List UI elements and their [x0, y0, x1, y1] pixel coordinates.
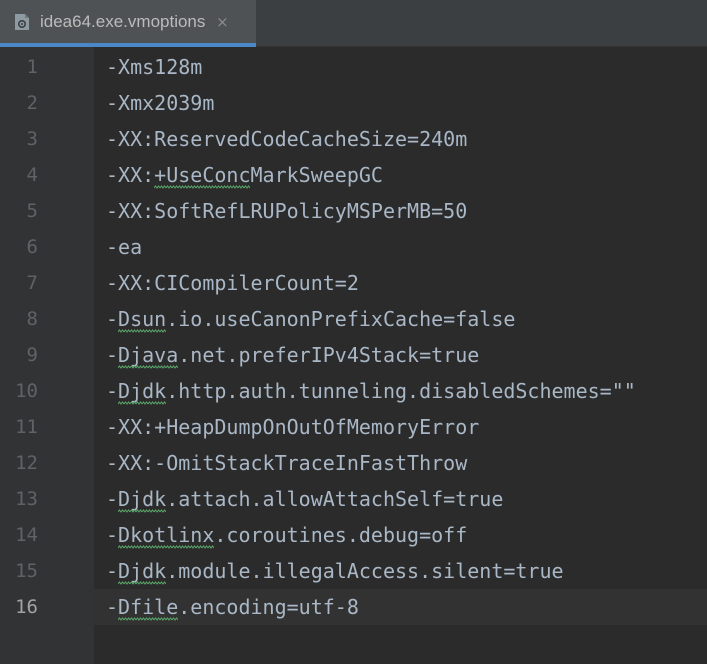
code-area[interactable]: -Xms128m -Xmx2039m -XX:ReservedCodeCacheSi… — [94, 47, 707, 664]
code-line[interactable]: -XX:ReservedCodeCacheSize=240m — [94, 121, 707, 157]
line-number: 2 — [26, 92, 38, 114]
tab-vmoptions-file[interactable]: idea64.exe.vmoptions × — [0, 0, 256, 47]
line-number: 16 — [15, 596, 38, 618]
ide-window: idea64.exe.vmoptions × 1 2 3 4 5 6 7 8 9 10 11 12 13… — [0, 0, 707, 664]
code-line[interactable]: -XX:+UseConcMarkSweepGC — [94, 157, 707, 193]
line-number: 7 — [26, 272, 38, 294]
line-number: 4 — [26, 164, 38, 186]
code-line[interactable]: -Xmx2039m — [94, 85, 707, 121]
code-line[interactable]: -Dsun.io.useCanonPrefixCache=false — [94, 301, 707, 337]
line-number: 5 — [26, 200, 38, 222]
code-line[interactable]: -Dkotlinx.coroutines.debug=off — [94, 517, 707, 553]
code-line[interactable]: -ea — [94, 229, 707, 265]
line-number-gutter: 1 2 3 4 5 6 7 8 9 10 11 12 13 14 15 16 — [0, 47, 94, 664]
line-number: 3 — [26, 128, 38, 150]
line-number: 1 — [26, 56, 38, 78]
line-number: 13 — [15, 488, 38, 510]
code-line[interactable]: -Xms128m — [94, 49, 707, 85]
code-line[interactable]: -XX:-OmitStackTraceInFastThrow — [94, 445, 707, 481]
line-number: 6 — [26, 236, 38, 258]
line-number: 11 — [15, 416, 38, 438]
code-line[interactable]: -Dfile.encoding=utf-8 — [94, 589, 707, 625]
line-number: 8 — [26, 308, 38, 330]
tab-title: idea64.exe.vmoptions — [40, 11, 206, 31]
code-line[interactable]: -Djdk.module.illegalAccess.silent=true — [94, 553, 707, 589]
code-line[interactable]: -Djdk.http.auth.tunneling.disabledScheme… — [94, 373, 707, 409]
code-line[interactable]: -Djdk.attach.allowAttachSelf=true — [94, 481, 707, 517]
settings-file-icon — [14, 13, 30, 31]
line-number: 12 — [15, 452, 38, 474]
code-line[interactable]: -XX:+HeapDumpOnOutOfMemoryError — [94, 409, 707, 445]
line-number: 10 — [15, 380, 38, 402]
editor-tab-bar: idea64.exe.vmoptions × — [0, 0, 707, 47]
line-number: 9 — [26, 344, 38, 366]
close-icon[interactable]: × — [215, 14, 229, 29]
code-line[interactable]: -XX:SoftRefLRUPolicyMSPerMB=50 — [94, 193, 707, 229]
line-number: 15 — [15, 560, 38, 582]
code-line[interactable]: -Djava.net.preferIPv4Stack=true — [94, 337, 707, 373]
code-editor[interactable]: 1 2 3 4 5 6 7 8 9 10 11 12 13 14 15 16 -Xms128m -Xmx2039… — [0, 47, 707, 664]
code-line[interactable]: -XX:CICompilerCount=2 — [94, 265, 707, 301]
line-number: 14 — [15, 524, 38, 546]
